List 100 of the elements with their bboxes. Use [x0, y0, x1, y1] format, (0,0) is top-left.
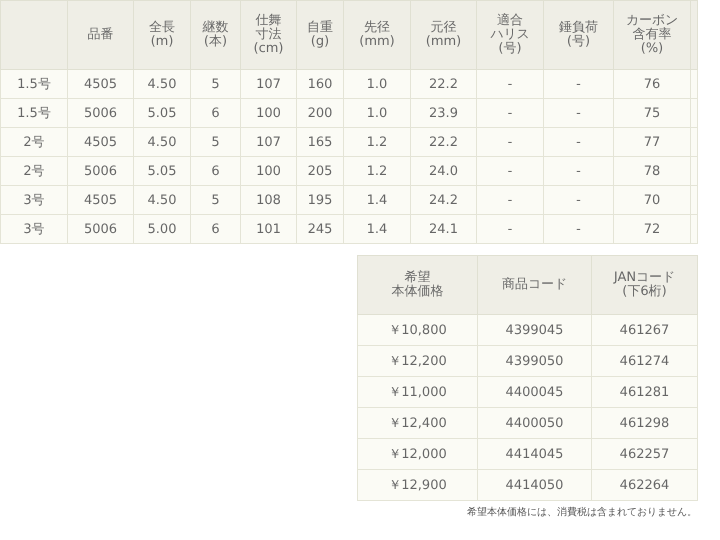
table-cell: -	[544, 186, 614, 214]
table-cell: -	[476, 186, 544, 214]
table-cell: 22.2	[410, 70, 476, 98]
column-header: (g)	[310, 35, 330, 49]
table-cell: ￥12,200	[358, 346, 478, 376]
column-header: カーボン	[626, 14, 678, 28]
column-header: 先径	[364, 21, 390, 35]
table-cell: 5.05	[134, 156, 190, 186]
column-header: 元径	[430, 21, 456, 35]
table-cell: 1.5号	[0, 70, 68, 98]
column-header: 含有率	[632, 28, 672, 42]
table-cell: 76	[614, 70, 690, 98]
table-cell: 4399045	[478, 314, 592, 346]
table-cell: 4505	[68, 70, 134, 98]
table-cell: 1.4	[344, 186, 410, 214]
column-header: 錘負荷	[559, 21, 598, 35]
table-cell: -	[476, 128, 544, 156]
table-cell: -	[544, 98, 614, 128]
table-cell: 100	[240, 98, 296, 128]
table-cell: 3号	[0, 214, 68, 244]
column-header: (下6桁)	[622, 285, 667, 299]
table-cell: 4.50	[134, 70, 190, 98]
table-cell: 6	[190, 214, 240, 244]
table-cell: ￥12,400	[358, 408, 478, 438]
column-header: (号)	[566, 35, 590, 49]
column-header: JANコード	[614, 271, 676, 285]
column-header: 全長	[149, 21, 175, 35]
column-header: (m)	[150, 35, 174, 49]
table-cell: 4414050	[478, 470, 592, 500]
table-cell: -	[476, 214, 544, 244]
table-cell: ￥11,000	[358, 376, 478, 408]
table-cell: ￥12,000	[358, 438, 478, 470]
table-cell: 6	[190, 98, 240, 128]
table-cell: -	[476, 156, 544, 186]
column-header: 仕舞	[256, 14, 282, 28]
table-cell: 462257	[592, 438, 698, 470]
table-cell: 2号	[0, 128, 68, 156]
column-header: 自重	[307, 21, 333, 35]
table-cell: 1.4	[344, 214, 410, 244]
table-cell: 461267	[592, 314, 698, 346]
column-header: 希望	[404, 271, 430, 285]
table-cell: 101	[240, 214, 296, 244]
table-cell: 4.50	[134, 128, 190, 156]
table-cell: 1.5号	[0, 98, 68, 128]
table-cell: 107	[240, 70, 296, 98]
table-cell: -	[544, 128, 614, 156]
table-cell: -	[544, 214, 614, 244]
column-header: 商品コード	[502, 278, 567, 292]
table-cell: 5	[190, 128, 240, 156]
column-header: 継数	[202, 21, 228, 35]
table-cell: 24.2	[410, 186, 476, 214]
column-header: (号)	[498, 42, 522, 56]
table-cell: 22.2	[410, 128, 476, 156]
column-header: (本)	[204, 35, 228, 49]
table-cell: 4414045	[478, 438, 592, 470]
table-cell: 23.9	[410, 98, 476, 128]
column-header: 本体価格	[392, 285, 444, 299]
table-cell: 5006	[68, 214, 134, 244]
table-cell: 1.0	[344, 98, 410, 128]
table-cell: 5.05	[134, 98, 190, 128]
table-cell: 462264	[592, 470, 698, 500]
table-cell: 108	[240, 186, 296, 214]
table-cell: 461281	[592, 376, 698, 408]
table-cell: 4.50	[134, 186, 190, 214]
column-header: 寸法	[256, 28, 282, 42]
table-cell: 75	[614, 98, 690, 128]
table-cell: -	[544, 70, 614, 98]
table-cell: 78	[614, 156, 690, 186]
table-cell: ￥12,900	[358, 470, 478, 500]
column-header: (mm)	[426, 35, 462, 49]
table-cell: 1.2	[344, 156, 410, 186]
price-note: 希望本体価格には、消費税は含まれておりません。	[466, 506, 697, 519]
table-cell: 70	[614, 186, 690, 214]
table-cell: 1.2	[344, 128, 410, 156]
table-cell: 4505	[68, 128, 134, 156]
column-header: (mm)	[359, 35, 395, 49]
column-header: 適合	[497, 14, 523, 28]
table-cell: 4400050	[478, 408, 592, 438]
table-cell: 5006	[68, 156, 134, 186]
table-cell: 4399050	[478, 346, 592, 376]
table-cell: -	[476, 98, 544, 128]
table-cell: 4400045	[478, 376, 592, 408]
table-cell: 200	[296, 98, 344, 128]
table-cell: 6	[190, 156, 240, 186]
table-cell: 5	[190, 186, 240, 214]
table-cell: 205	[296, 156, 344, 186]
table-cell: 4505	[68, 186, 134, 214]
table-cell: 1.0	[344, 70, 410, 98]
table-cell: 195	[296, 186, 344, 214]
table-cell: 165	[296, 128, 344, 156]
table-cell: 24.0	[410, 156, 476, 186]
table-cell: 100	[240, 156, 296, 186]
table-cell: 72	[614, 214, 690, 244]
table-cell: 245	[296, 214, 344, 244]
table-cell: 5	[190, 70, 240, 98]
column-header: (%)	[640, 42, 664, 56]
table-cell: 461298	[592, 408, 698, 438]
table-cell: -	[544, 156, 614, 186]
table-cell: 24.1	[410, 214, 476, 244]
column-header: ハリス	[490, 28, 530, 42]
